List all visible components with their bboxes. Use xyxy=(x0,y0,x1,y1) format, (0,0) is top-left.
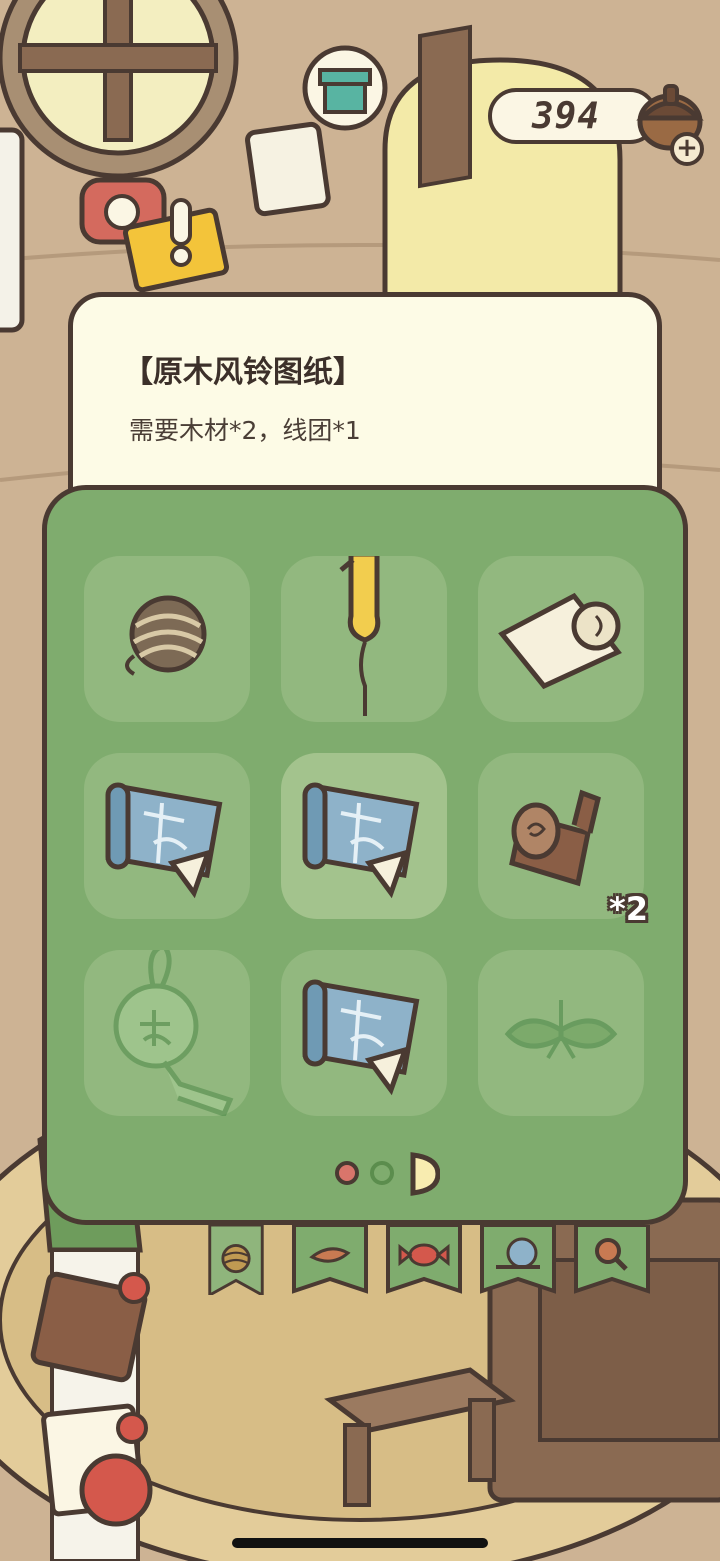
wood-log-count: *2 xyxy=(609,890,648,928)
paper-scroll-icon xyxy=(498,592,622,690)
inventory-slot-blueprint-selected[interactable] xyxy=(281,753,447,919)
inventory-slot-yarn-ball[interactable] xyxy=(84,556,250,722)
tab-leaf[interactable] xyxy=(292,1225,368,1295)
item-description: 需要木材*2，线团*1 xyxy=(129,416,361,445)
page-dot-1[interactable] xyxy=(335,1161,359,1185)
inventory-slot-blueprint[interactable] xyxy=(84,753,250,919)
add-currency-button[interactable]: + xyxy=(670,132,704,166)
tab-magnifier[interactable] xyxy=(574,1225,650,1295)
home-indicator[interactable] xyxy=(232,1538,488,1548)
inventory-slot-blueprint-2[interactable] xyxy=(281,950,447,1116)
tab-snail[interactable] xyxy=(480,1225,556,1295)
next-page-icon[interactable] xyxy=(408,1152,440,1196)
tab-yarn[interactable] xyxy=(198,1225,274,1295)
blueprint-icon xyxy=(105,782,223,899)
gift-bubble xyxy=(302,45,388,131)
page-indicator xyxy=(330,1152,450,1196)
inventory-slot-clover[interactable] xyxy=(478,950,644,1116)
balloon-icon xyxy=(339,556,381,716)
inventory-slot-balloon[interactable] xyxy=(281,556,447,722)
inventory-slot-wind-chime[interactable] xyxy=(84,950,250,1116)
blueprint-icon xyxy=(302,979,420,1096)
page-dot-2[interactable] xyxy=(370,1161,394,1185)
yarn-ball-icon xyxy=(125,595,207,676)
tab-candy[interactable] xyxy=(386,1225,462,1295)
wind-chime-icon xyxy=(113,950,234,1116)
blueprint-icon xyxy=(302,782,420,899)
inventory-slot-paper-scroll[interactable] xyxy=(478,556,644,722)
item-title: 【原木风铃图纸】 xyxy=(123,355,363,390)
acorn-count: 394 xyxy=(532,96,601,137)
inventory-panel: *2 xyxy=(42,485,688,1225)
clover-icon xyxy=(504,1000,618,1060)
